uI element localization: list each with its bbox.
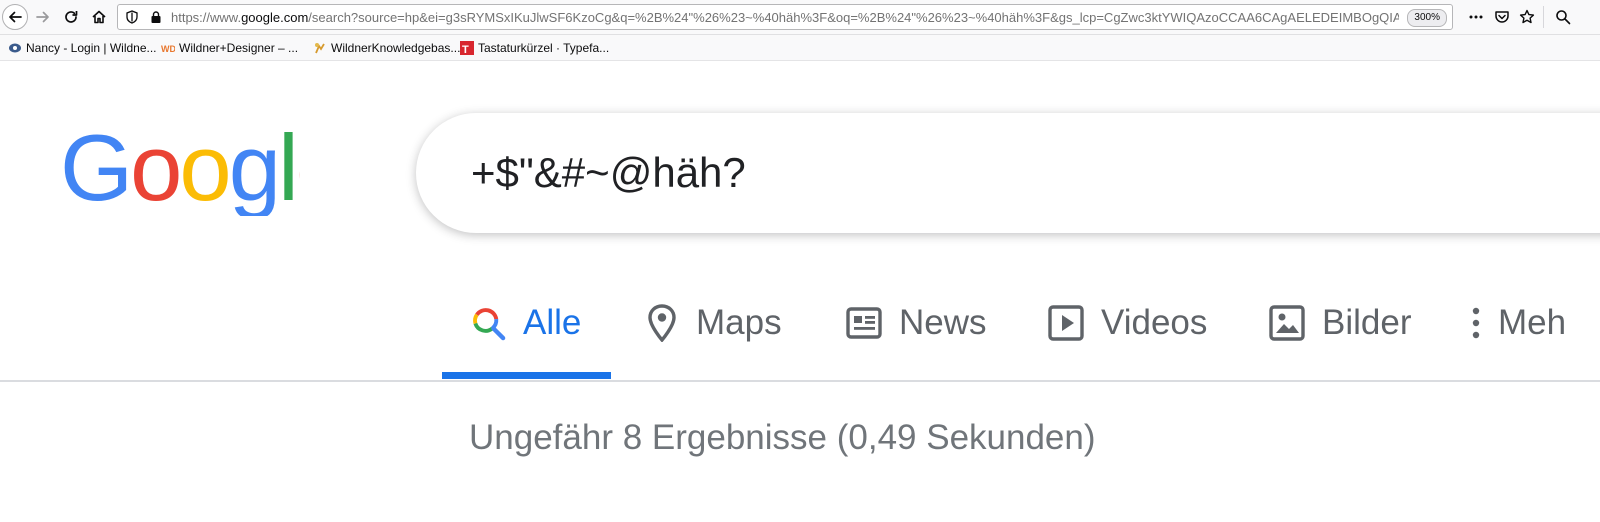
tab-label: Videos xyxy=(1101,303,1208,342)
browser-toolbar: https://www.google.com/search?source=hp&… xyxy=(0,0,1600,35)
wd-favicon: WD xyxy=(161,44,175,54)
svg-text:Google: Google xyxy=(60,124,300,216)
play-icon xyxy=(1048,305,1084,341)
url-path: /search?source=hp&ei=g3sRYMSxIKuJlwSF6Kz… xyxy=(308,10,1399,25)
forward-button[interactable] xyxy=(30,4,56,30)
url-text[interactable]: https://www.google.com/search?source=hp&… xyxy=(171,10,1399,26)
address-bar[interactable]: https://www.google.com/search?source=hp&… xyxy=(117,4,1453,30)
news-icon xyxy=(846,307,882,339)
arrow-left-icon xyxy=(9,11,22,23)
result-stats: Ungefähr 8 Ergebnisse (0,49 Sekunden) xyxy=(469,418,1096,457)
more-horizontal-icon xyxy=(1469,15,1483,19)
search-input[interactable]: +$"&#~@häh? xyxy=(471,149,746,197)
bookmark-star-button[interactable] xyxy=(1516,6,1538,28)
tab-alle[interactable]: Alle xyxy=(471,298,581,348)
tab-label: Bilder xyxy=(1322,303,1412,342)
tab-bilder[interactable]: Bilder xyxy=(1269,298,1411,348)
typefaces-favicon: T xyxy=(460,41,474,55)
tab-label: Maps xyxy=(696,303,782,342)
svg-text:WD: WD xyxy=(161,44,175,54)
tab-label: News xyxy=(899,303,987,342)
zoom-indicator[interactable]: 300% xyxy=(1407,9,1447,27)
tab-news[interactable]: News xyxy=(846,298,987,348)
pocket-icon xyxy=(1495,11,1509,23)
search-tabs: Alle Maps News Videos Bilder Meh xyxy=(0,290,1600,382)
bookmark-label: Wildner+Designer – ... xyxy=(179,41,299,55)
home-button[interactable] xyxy=(86,4,112,30)
tab-maps[interactable]: Maps xyxy=(645,298,782,348)
reload-icon xyxy=(65,11,78,23)
arrow-right-icon xyxy=(36,11,49,23)
search-box[interactable]: +$"&#~@häh? xyxy=(416,113,1600,233)
tab-videos[interactable]: Videos xyxy=(1048,298,1207,348)
tabs-divider xyxy=(0,380,1600,382)
toolbar-separator xyxy=(1543,6,1544,28)
magnifier-icon xyxy=(1556,10,1571,25)
url-prefix: https://www. xyxy=(171,10,242,25)
lock-icon[interactable] xyxy=(149,10,163,24)
back-button[interactable] xyxy=(2,4,28,30)
search-icon xyxy=(473,307,506,340)
bookmarks-toolbar: Nancy - Login | Wildne... WD Wildner+Des… xyxy=(0,35,1600,61)
google-logo[interactable]: Google xyxy=(60,124,300,216)
tab-label: Alle xyxy=(523,303,582,342)
map-pin-icon xyxy=(648,304,676,342)
pocket-button[interactable] xyxy=(1491,6,1513,28)
bookmark-label: Tastaturkürzel · Typefa... xyxy=(478,41,610,55)
url-host: google.com xyxy=(241,10,309,25)
more-vert-icon xyxy=(1472,307,1480,339)
bookmark-item[interactable]: WildnerKnowledgebas... xyxy=(313,40,460,56)
knowledgebase-favicon xyxy=(315,43,325,54)
bookmark-item[interactable]: Nancy - Login | Wildne... xyxy=(8,40,157,56)
tab-label: Meh xyxy=(1498,303,1567,342)
image-icon xyxy=(1269,305,1305,341)
bookmark-item[interactable]: WD Wildner+Designer – ... xyxy=(161,40,298,56)
bookmark-label: Nancy - Login | Wildne... xyxy=(26,41,157,55)
nancy-favicon xyxy=(9,43,21,53)
tab-mehr[interactable]: Meh xyxy=(1471,298,1566,348)
page-actions-button[interactable] xyxy=(1465,6,1487,28)
star-icon xyxy=(1519,9,1535,24)
shield-icon[interactable] xyxy=(125,10,139,24)
svg-text:T: T xyxy=(462,44,469,55)
bookmark-label: WildnerKnowledgebas... xyxy=(331,41,461,55)
reload-button[interactable] xyxy=(58,4,84,30)
bookmark-item[interactable]: T Tastaturkürzel · Typefa... xyxy=(460,40,609,56)
active-tab-indicator xyxy=(442,372,611,379)
browser-search-button[interactable] xyxy=(1552,6,1574,28)
home-icon xyxy=(92,10,106,24)
